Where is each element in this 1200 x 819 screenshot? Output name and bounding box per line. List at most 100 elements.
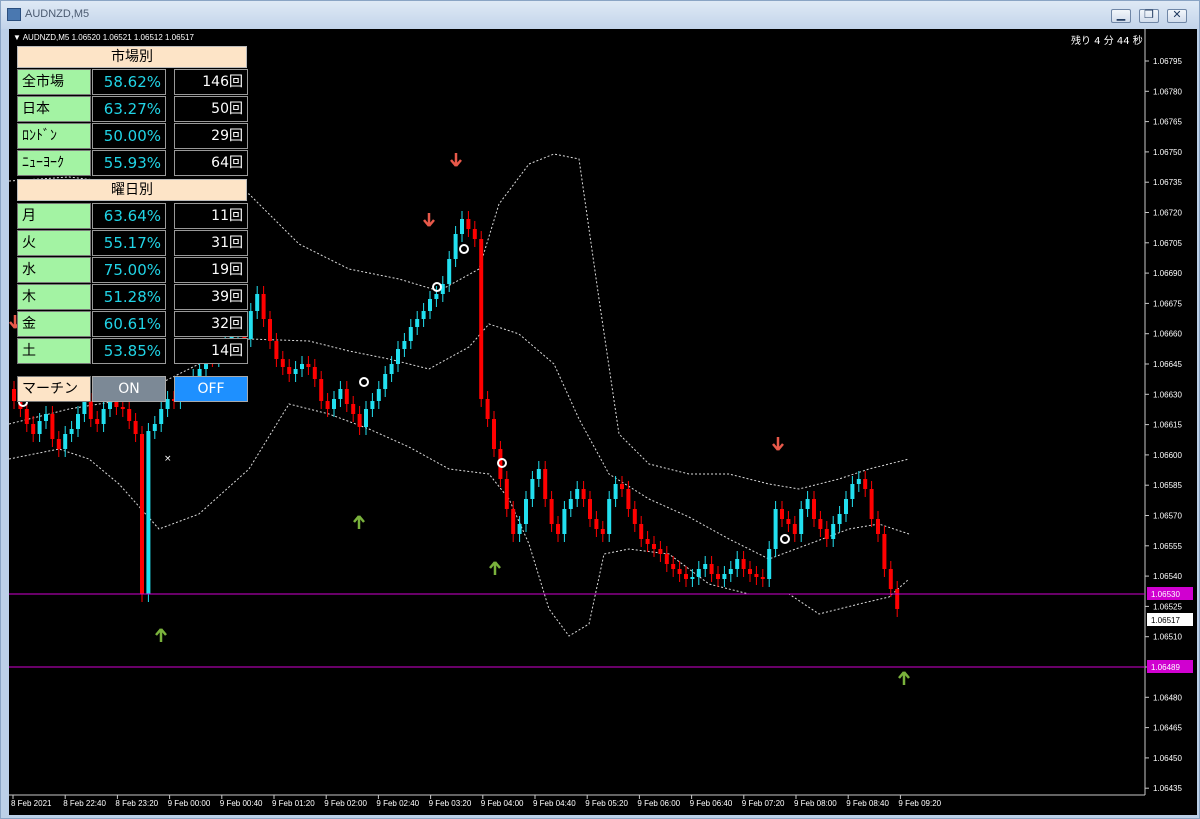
candle-body [741,559,746,569]
candle-body [735,559,740,569]
terminal-window: AUDNZD,M5 ▁ ❐ ✕ 1.06795 1.06780 1.06765 1.0… [0,0,1200,819]
result-circle-icon [359,377,369,387]
weekday-row-label: 土 [17,338,91,364]
weekday-row-pct: 53.85% [92,338,166,364]
weekday-row-pct: 63.64% [92,203,166,229]
weekday-row-label: 金 [17,311,91,337]
time-tick-label: 8 Feb 2021 [11,799,52,808]
candle-body [364,409,368,427]
market-header: 市場別 [17,46,247,68]
candle-body [728,569,733,574]
candle-body [472,229,477,239]
candle-body [466,219,471,229]
minimize-icon: ▁ [1116,8,1126,21]
weekday-header: 曜日別 [17,179,247,201]
result-circle-icon [459,244,469,254]
candle-body [645,539,650,544]
candle-body [658,549,663,554]
candle-body [837,514,842,524]
candle-body [127,409,132,421]
line-top-price-text: 1.06530 [1151,590,1180,599]
candle-body [76,414,80,429]
time-tick-label: 9 Feb 03:20 [429,799,472,808]
candle-body [389,364,394,374]
candle-body [492,419,496,449]
market-row-pct: 63.27% [92,96,166,122]
time-tick-label: 9 Feb 06:40 [690,799,733,808]
candle-body [306,364,311,367]
candle-body [101,409,106,424]
time-tick-label: 9 Feb 05:20 [585,799,628,808]
market-row-pct: 58.62% [92,69,166,95]
time-tick-label: 9 Feb 00:00 [168,799,211,808]
buy-signal-arrow-icon [155,628,167,642]
price-tick-label: 1.06720 [1153,209,1182,218]
candle-body [863,479,868,489]
candle-body [95,419,100,424]
candle-body [594,519,599,529]
time-tick-label: 9 Feb 08:00 [794,799,837,808]
window-title: AUDNZD,M5 [25,8,90,20]
restore-button[interactable]: ❐ [1139,8,1159,23]
time-tick-label: 9 Feb 09:20 [898,799,941,808]
candle-body [805,499,810,509]
candle-body [543,469,548,499]
candle-body [268,319,272,341]
chart-window-icon [7,8,21,21]
weekday-row-count: 32回 [174,311,248,337]
candle-body [716,574,720,579]
sell-signal-arrow-icon [450,153,462,167]
price-tick-label: 1.06525 [1153,602,1182,611]
martin-off-button[interactable]: OFF [174,376,248,402]
candle-body [485,399,490,419]
candle-body [274,341,279,359]
candle-body [613,484,618,499]
price-chart[interactable]: 1.06795 1.06780 1.06765 1.06750 1.06735 1.067… [9,29,1197,815]
candle-body [748,569,752,574]
candle-body [709,564,714,574]
title-bar[interactable]: AUDNZD,M5 ▁ ❐ ✕ [1,1,1199,29]
price-tick-label: 1.06585 [1153,481,1182,490]
candle-body [460,219,464,234]
market-row-count: 64回 [174,150,248,176]
time-tick-label: 8 Feb 23:20 [115,799,158,808]
candle-body [140,434,144,594]
candle-body [639,524,644,539]
weekday-row-label: 水 [17,257,91,283]
candle-body [773,509,778,549]
candle-body [479,239,484,399]
candle-body [357,414,362,427]
cross-marker-icon: × [164,454,172,464]
candle-body [754,574,759,577]
candle-body [856,479,861,484]
candle-body [876,519,880,534]
candle-body [517,524,522,534]
candle-body [607,499,612,534]
sell-signal-arrow-icon [772,437,784,451]
candle-body [722,574,727,579]
price-tick-label: 1.06540 [1153,572,1182,581]
market-row-label: 日本 [17,96,91,122]
candle-body [780,509,784,519]
minimize-button[interactable]: ▁ [1111,8,1131,23]
price-tick-label: 1.06465 [1153,724,1182,733]
price-tick-label: 1.06735 [1153,178,1182,187]
candle-body [280,359,285,367]
time-tick-label: 9 Feb 04:00 [481,799,524,808]
candle-body [581,489,586,499]
candle-body [402,341,407,349]
martin-on-button[interactable]: ON [92,376,166,402]
price-tick-label: 1.06615 [1153,421,1182,430]
candle-body [511,509,516,534]
candle-body [88,401,93,419]
price-tick-label: 1.06600 [1153,451,1182,460]
candle-body [792,524,797,534]
candle-body [882,534,887,569]
close-button[interactable]: ✕ [1167,8,1187,23]
candle-body [344,389,349,404]
martin-label: マーチン [17,376,91,402]
candle-body [415,319,420,327]
candle-body [50,414,55,439]
candle-body [31,424,36,434]
candle-body [671,564,676,569]
